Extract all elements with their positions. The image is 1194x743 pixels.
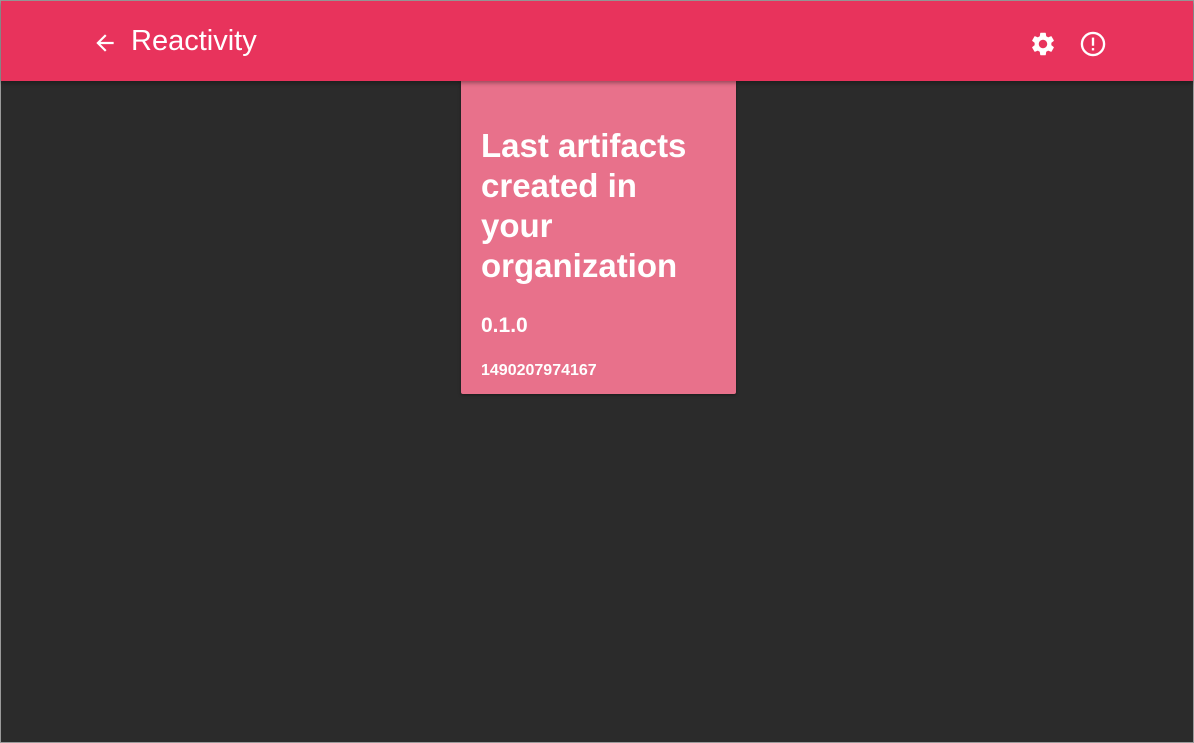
back-button[interactable] (91, 29, 119, 57)
settings-button[interactable] (1028, 29, 1058, 59)
card-title: Last artifacts created in your organizat… (481, 127, 687, 284)
app-title: Reactivity (131, 25, 257, 57)
info-button[interactable] (1078, 29, 1108, 59)
card-id: 1490207974167 (481, 362, 597, 379)
gear-icon (1032, 32, 1054, 56)
app-bar: Reactivity (1, 1, 1193, 81)
arrow-left-icon (96, 34, 114, 52)
alert-circle-icon (1080, 31, 1106, 57)
main-content: Last artifacts created in your organizat… (1, 81, 1193, 742)
card-version: 0.1.0 (481, 314, 528, 337)
artifact-card[interactable]: Last artifacts created in your organizat… (461, 81, 736, 394)
